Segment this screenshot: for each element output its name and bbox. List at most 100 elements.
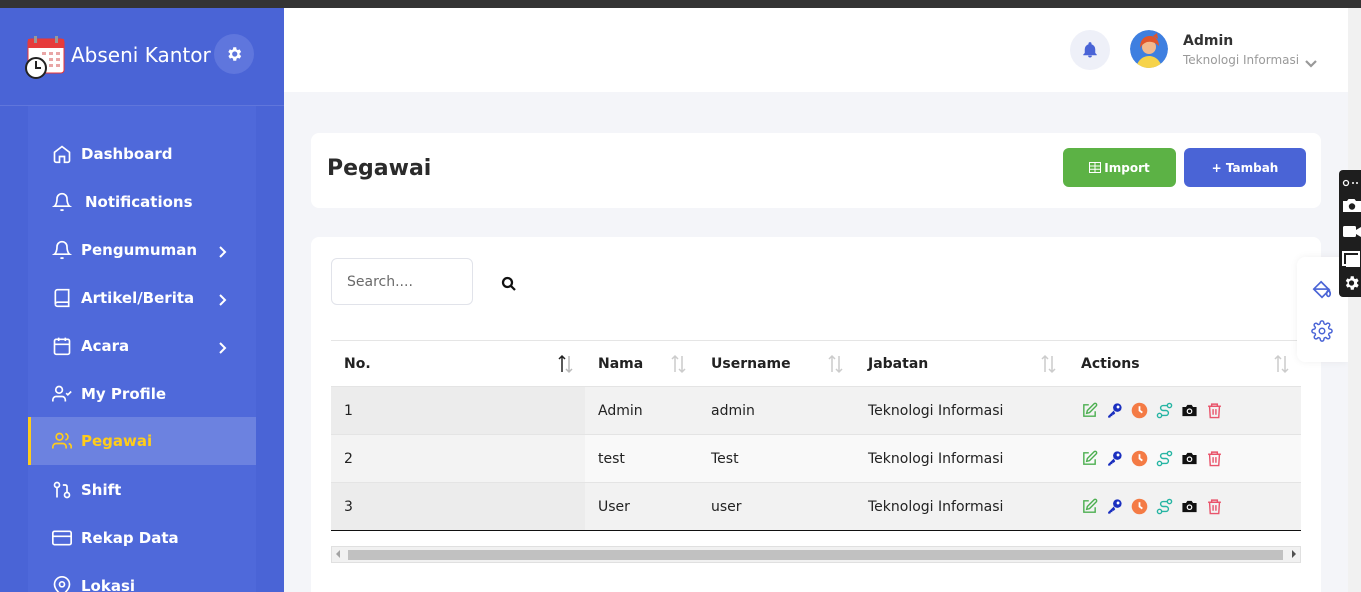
clock-icon[interactable]: [1131, 402, 1148, 419]
search-input[interactable]: [331, 258, 473, 305]
cell-jabatan: Teknologi Informasi: [855, 434, 1068, 483]
column-header-username[interactable]: Username: [698, 340, 855, 387]
sidebar-item-artikel-berita[interactable]: Artikel/Berita: [28, 274, 256, 322]
screen-capture-widget: [1339, 170, 1361, 297]
scroll-left-arrow-icon[interactable]: [336, 550, 340, 558]
avatar[interactable]: [1130, 30, 1168, 68]
scrollbar-thumb[interactable]: [348, 550, 1283, 560]
window-icon[interactable]: [1342, 251, 1361, 267]
sidebar-nav: Dashboard Notifications Pengumuman Artik…: [28, 106, 256, 592]
camera-icon[interactable]: [1181, 450, 1198, 467]
cell-no: 3: [331, 482, 585, 531]
table-row: 1 Admin admin Teknologi Informasi: [331, 386, 1301, 435]
sidebar-item-my-profile[interactable]: My Profile: [28, 370, 256, 418]
chevron-right-icon: [218, 244, 228, 258]
sort-icon[interactable]: [1040, 354, 1058, 374]
trash-icon[interactable]: [1206, 450, 1223, 467]
edit-icon[interactable]: [1081, 498, 1098, 515]
paint-bucket-icon[interactable]: [1311, 279, 1333, 301]
map-pin-icon: [52, 576, 72, 592]
cell-actions: [1068, 482, 1301, 531]
sidebar-item-lokasi[interactable]: Lokasi: [28, 562, 256, 592]
video-camera-icon[interactable]: [1342, 224, 1361, 240]
column-header-actions[interactable]: Actions: [1068, 340, 1301, 387]
sidebar-item-label: Acara: [81, 337, 130, 355]
credit-card-icon: [52, 528, 72, 548]
calendar-clock-logo-icon: [24, 35, 66, 79]
cell-jabatan: Teknologi Informasi: [855, 386, 1068, 435]
key-icon[interactable]: [1106, 402, 1123, 419]
trash-icon[interactable]: [1206, 498, 1223, 515]
sidebar-item-acara[interactable]: Acara: [28, 322, 256, 370]
sidebar-item-label: Shift: [81, 481, 122, 499]
cell-nama: Admin: [585, 386, 698, 435]
camera-icon[interactable]: [1181, 402, 1198, 419]
table-horizontal-scrollbar[interactable]: [331, 546, 1301, 563]
sidebar-item-rekap-data[interactable]: Rekap Data: [28, 514, 256, 562]
cell-actions: [1068, 434, 1301, 483]
column-header-nama[interactable]: Nama: [585, 340, 698, 387]
clock-icon[interactable]: [1131, 498, 1148, 515]
cell-jabatan: Teknologi Informasi: [855, 482, 1068, 531]
route-icon[interactable]: [1156, 402, 1173, 419]
column-header-no[interactable]: No.: [331, 340, 585, 387]
sidebar-item-label: Lokasi: [81, 577, 136, 592]
import-button[interactable]: Import: [1063, 148, 1176, 187]
sidebar-item-shift[interactable]: Shift: [28, 466, 256, 514]
column-header-jabatan[interactable]: Jabatan: [855, 340, 1068, 387]
user-name[interactable]: Admin: [1183, 33, 1233, 49]
gear-icon[interactable]: [1342, 274, 1361, 292]
topbar: Admin Teknologi Informasi: [284, 8, 1348, 92]
sort-icon[interactable]: [827, 354, 845, 374]
link-icon[interactable]: [1342, 175, 1361, 187]
table-icon: [1089, 162, 1102, 173]
tambah-label: + Tambah: [1211, 160, 1279, 175]
table-row: 2 test Test Teknologi Informasi: [331, 434, 1301, 483]
calendar-icon: [52, 336, 72, 356]
chevron-right-icon: [218, 292, 228, 306]
gear-icon[interactable]: [1311, 320, 1333, 342]
notifications-button[interactable]: [1070, 30, 1110, 70]
edit-icon[interactable]: [1081, 402, 1098, 419]
chevron-down-icon[interactable]: [1305, 56, 1317, 68]
page-title: Pegawai: [327, 156, 432, 181]
sidebar-item-notifications[interactable]: Notifications: [28, 178, 256, 226]
search-icon[interactable]: [500, 275, 518, 293]
route-icon[interactable]: [1156, 498, 1173, 515]
sort-icon[interactable]: [670, 354, 688, 374]
bell-icon: [1083, 42, 1097, 58]
user-check-icon: [52, 384, 72, 404]
cell-username: user: [698, 482, 855, 531]
scroll-right-arrow-icon[interactable]: [1292, 550, 1296, 558]
sort-icon[interactable]: [1273, 354, 1291, 374]
sidebar: Abseni Kantor Dashboard Notifications Pe…: [0, 8, 284, 592]
cell-nama: test: [585, 434, 698, 483]
sidebar-item-label: Rekap Data: [81, 529, 179, 547]
user-department[interactable]: Teknologi Informasi: [1183, 53, 1299, 67]
key-icon[interactable]: [1106, 450, 1123, 467]
route-icon[interactable]: [1156, 450, 1173, 467]
sidebar-item-pegawai[interactable]: Pegawai: [28, 417, 256, 465]
camera-icon[interactable]: [1181, 498, 1198, 515]
clock-icon[interactable]: [1131, 450, 1148, 467]
cell-username: Test: [698, 434, 855, 483]
sidebar-item-dashboard[interactable]: Dashboard: [28, 130, 256, 178]
trash-icon[interactable]: [1206, 402, 1223, 419]
edit-icon[interactable]: [1081, 450, 1098, 467]
page-vertical-scrollbar[interactable]: [1348, 8, 1361, 592]
settings-gear-button[interactable]: [214, 34, 254, 74]
camera-icon[interactable]: [1342, 197, 1361, 213]
key-icon[interactable]: [1106, 498, 1123, 515]
bell-icon: [51, 192, 73, 212]
add-employee-button[interactable]: + Tambah: [1184, 148, 1306, 187]
git-pull-request-icon: [52, 480, 72, 500]
sidebar-item-pengumuman[interactable]: Pengumuman: [28, 226, 256, 274]
employee-table-card: No. Nama Username Jabatan Actions: [311, 237, 1321, 592]
bell-icon: [51, 240, 73, 260]
sidebar-item-label: Artikel/Berita: [81, 289, 195, 307]
sidebar-item-label: Notifications: [85, 193, 193, 211]
table-row: 3 User user Teknologi Informasi: [331, 482, 1301, 531]
cell-username: admin: [698, 386, 855, 435]
sidebar-item-label: Dashboard: [81, 145, 173, 163]
sort-asc-icon[interactable]: [557, 354, 575, 374]
